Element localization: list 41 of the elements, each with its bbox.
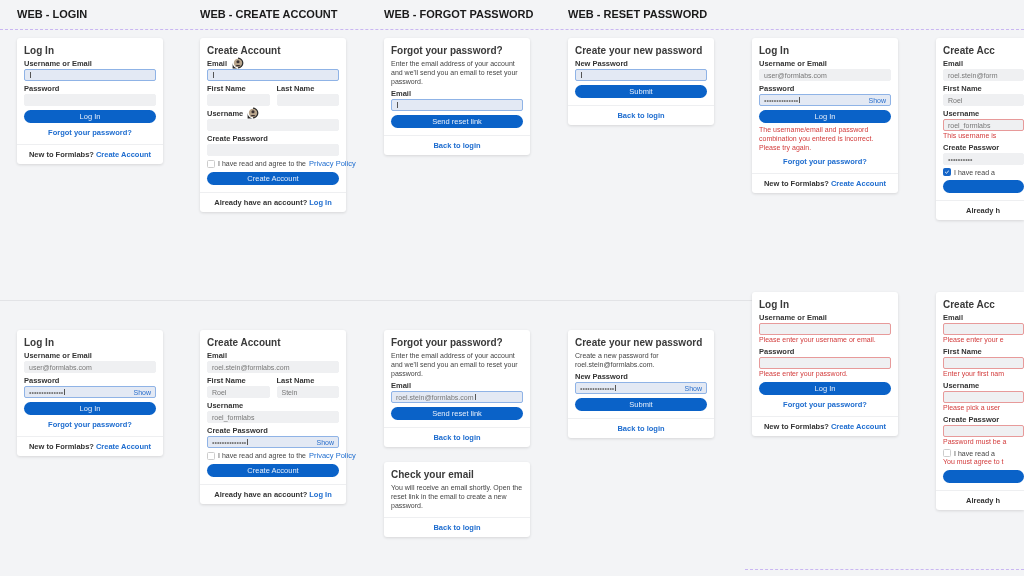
text-cursor [213, 72, 214, 78]
text-cursor [581, 72, 582, 78]
card-title: Check your email [391, 469, 475, 480]
input-field[interactable] [943, 391, 1024, 404]
card-title: Log In [24, 337, 55, 348]
text-cursor [64, 389, 65, 395]
text-cursor [799, 97, 800, 103]
user-avatar-marker [232, 57, 244, 69]
card-title: Log In [759, 299, 790, 310]
card-title: Create Account [207, 337, 282, 348]
input-field[interactable] [943, 425, 1024, 438]
user-avatar-marker [247, 107, 259, 119]
card-title: Forgot your password? [391, 337, 504, 348]
input-field[interactable] [207, 69, 339, 81]
input-field[interactable] [759, 323, 891, 335]
card-title: Forgot your password? [391, 45, 504, 56]
section-heading: WEB - RESET PASSWORD [568, 8, 708, 20]
card-title: Create your new password [575, 45, 704, 56]
input-field[interactable] [943, 323, 1024, 335]
card-title: Create Acc [943, 299, 996, 310]
text-cursor [397, 102, 398, 109]
section-heading: WEB - FORGOT PASSWORD [384, 8, 534, 20]
card-title: Log In [24, 45, 55, 56]
card-title: Log In [759, 45, 790, 56]
text-cursor [30, 72, 31, 78]
text-cursor [247, 439, 248, 445]
checkbox[interactable] [943, 168, 951, 177]
card-title: Create Account [207, 45, 282, 56]
primary-button[interactable] [943, 180, 1024, 194]
input-field[interactable] [943, 357, 1024, 370]
card-title: Create your new password [575, 337, 704, 348]
input-field[interactable] [575, 69, 707, 81]
section-heading: WEB - LOGIN [17, 8, 88, 20]
primary-button[interactable] [943, 470, 1024, 484]
input-field[interactable] [24, 69, 156, 81]
input-field[interactable] [759, 357, 891, 370]
section-heading: WEB - CREATE ACCOUNT [200, 8, 338, 20]
text-cursor [615, 385, 616, 392]
input-field[interactable] [391, 99, 523, 112]
card-title: Create Acc [943, 45, 996, 56]
text-cursor [474, 394, 476, 401]
